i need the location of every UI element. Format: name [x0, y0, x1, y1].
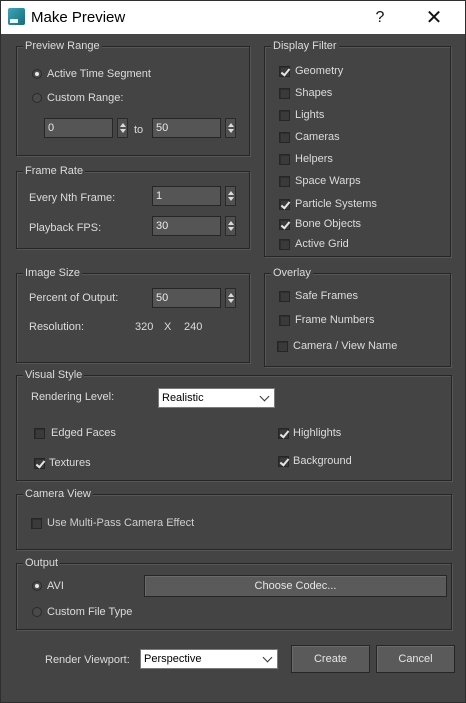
to-label: to: [134, 124, 144, 136]
rendering-level-label: Rendering Level:: [31, 391, 115, 403]
frame-numbers-checkbox[interactable]: [279, 315, 290, 326]
camera-view-name-checkbox[interactable]: [277, 341, 288, 352]
range-to-spinner[interactable]: [152, 118, 236, 138]
dialog-body: Preview Range Active Time Segment Custom…: [0, 34, 466, 703]
particle-systems-checkbox[interactable]: [279, 199, 290, 210]
percent-of-output-input[interactable]: [152, 288, 221, 308]
resolution-x: X: [164, 321, 172, 333]
avi-radio[interactable]: [32, 581, 42, 591]
geometry-checkbox[interactable]: [279, 66, 290, 77]
textures-checkbox[interactable]: [34, 458, 45, 469]
percent-of-output-spinner[interactable]: [152, 288, 236, 308]
group-title: Frame Rate: [23, 164, 86, 178]
multipass-checkbox[interactable]: [31, 518, 42, 529]
group-title: Preview Range: [23, 39, 102, 53]
space-warps-checkbox[interactable]: [279, 176, 290, 187]
cameras-checkbox[interactable]: [279, 132, 290, 143]
range-to-input[interactable]: [152, 118, 221, 138]
shapes-checkbox[interactable]: [279, 88, 290, 99]
spinner-arrows[interactable]: [225, 118, 236, 138]
helpers-checkbox[interactable]: [279, 154, 290, 165]
playback-fps-spinner[interactable]: [152, 216, 236, 236]
background-label[interactable]: Background: [293, 454, 352, 468]
rendering-level-value: Realistic: [162, 392, 204, 404]
help-button[interactable]: ?: [367, 6, 393, 30]
avi-label[interactable]: AVI: [47, 579, 64, 593]
cameras-label[interactable]: Cameras: [295, 130, 340, 144]
textures-label[interactable]: Textures: [49, 456, 91, 470]
render-viewport-value: Perspective: [144, 653, 202, 665]
render-viewport-label: Render Viewport:: [45, 654, 130, 666]
active-time-segment-label[interactable]: Active Time Segment: [47, 67, 151, 81]
chevron-down-icon: [259, 391, 270, 402]
resolution-height: 240: [184, 321, 203, 333]
image-size-group: Image Size: [16, 266, 250, 363]
custom-range-label[interactable]: Custom Range:: [47, 91, 123, 105]
create-button[interactable]: Create: [291, 645, 370, 673]
spinner-arrows[interactable]: [225, 216, 236, 236]
group-title: Image Size: [23, 266, 83, 280]
active-grid-label[interactable]: Active Grid: [295, 237, 349, 251]
group-title: Overlay: [271, 266, 313, 280]
camera-view-name-label[interactable]: Camera / View Name: [293, 339, 397, 353]
playback-fps-label: Playback FPS:: [29, 222, 102, 234]
render-viewport-dropdown[interactable]: Perspective: [140, 649, 278, 669]
active-time-segment-radio[interactable]: [32, 69, 42, 79]
rendering-level-dropdown[interactable]: Realistic: [158, 388, 275, 408]
group-title: Display Filter: [271, 39, 339, 53]
spinner-arrows[interactable]: [225, 288, 236, 308]
every-nth-frame-label: Every Nth Frame:: [29, 192, 116, 204]
group-title: Visual Style: [23, 368, 85, 382]
shapes-label[interactable]: Shapes: [295, 86, 332, 100]
group-title: Camera View: [23, 487, 93, 501]
choose-codec-button[interactable]: Choose Codec...: [144, 575, 447, 597]
helpers-label[interactable]: Helpers: [295, 152, 333, 166]
custom-file-type-radio[interactable]: [32, 607, 42, 617]
resolution-width: 320: [135, 321, 154, 333]
frame-numbers-label[interactable]: Frame Numbers: [295, 313, 374, 327]
highlights-label[interactable]: Highlights: [293, 426, 341, 440]
safe-frames-label[interactable]: Safe Frames: [295, 289, 358, 303]
custom-range-radio[interactable]: [32, 93, 42, 103]
multipass-label[interactable]: Use Multi-Pass Camera Effect: [47, 516, 194, 530]
bone-objects-checkbox[interactable]: [279, 219, 290, 230]
every-nth-frame-input[interactable]: [152, 186, 221, 206]
title-bar: Make Preview ? ✕: [0, 0, 466, 34]
frame-rate-group: Frame Rate: [16, 164, 250, 249]
particle-systems-label[interactable]: Particle Systems: [295, 197, 377, 211]
geometry-label[interactable]: Geometry: [295, 64, 343, 78]
active-grid-checkbox[interactable]: [279, 239, 290, 250]
edged-faces-checkbox[interactable]: [34, 428, 45, 439]
highlights-checkbox[interactable]: [278, 428, 289, 439]
custom-file-type-label[interactable]: Custom File Type: [47, 605, 132, 619]
window-title: Make Preview: [31, 9, 126, 26]
group-title: Output: [23, 556, 61, 570]
space-warps-label[interactable]: Space Warps: [295, 174, 361, 188]
safe-frames-checkbox[interactable]: [279, 291, 290, 302]
range-from-input[interactable]: [44, 118, 113, 138]
app-icon: [8, 8, 25, 25]
every-nth-frame-spinner[interactable]: [152, 186, 236, 206]
range-from-spinner[interactable]: [44, 118, 128, 138]
spinner-arrows[interactable]: [225, 186, 236, 206]
background-checkbox[interactable]: [278, 456, 289, 467]
spinner-arrows[interactable]: [117, 118, 128, 138]
cancel-button[interactable]: Cancel: [376, 645, 455, 673]
bone-objects-label[interactable]: Bone Objects: [295, 217, 361, 231]
percent-of-output-label: Percent of Output:: [29, 292, 119, 304]
chevron-down-icon: [262, 652, 273, 663]
lights-checkbox[interactable]: [279, 110, 290, 121]
lights-label[interactable]: Lights: [295, 108, 324, 122]
close-button[interactable]: ✕: [419, 5, 449, 31]
playback-fps-input[interactable]: [152, 216, 221, 236]
resolution-label: Resolution:: [29, 321, 85, 333]
edged-faces-label[interactable]: Edged Faces: [51, 426, 116, 440]
